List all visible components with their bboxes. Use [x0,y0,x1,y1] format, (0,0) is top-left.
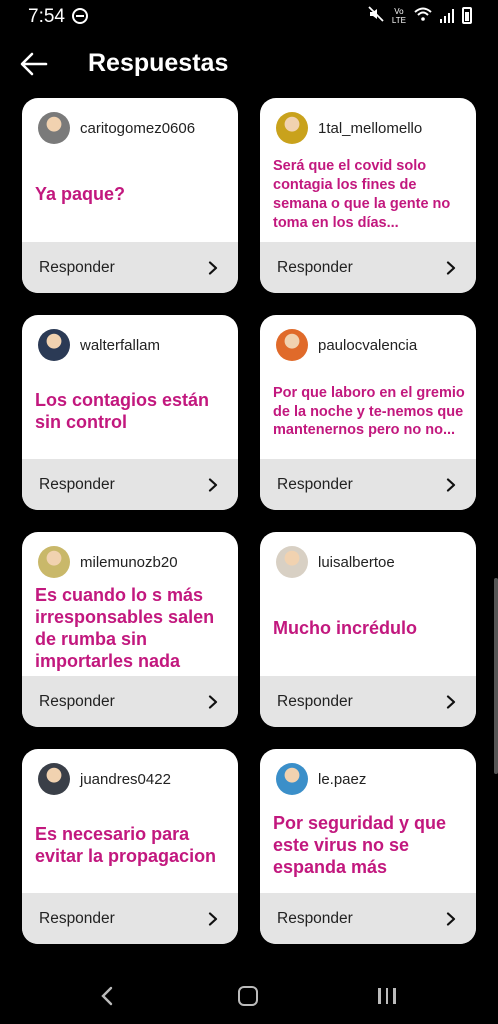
username: milemunozb20 [80,553,178,571]
username: 1tal_mellomello [318,119,423,137]
status-icons: Vo LTE [368,6,472,25]
page-title: Respuestas [88,49,229,77]
card-header: 1tal_mellomello [276,112,422,144]
reply-label: Responder [277,258,353,276]
card-header: paulocvalencia [276,329,417,361]
back-button[interactable] [18,48,50,80]
nav-back-icon[interactable] [100,986,114,1011]
username: juandres0422 [80,770,171,788]
question-label: Por seguridad y que este virus no se esp… [273,813,447,877]
reply-button[interactable]: Responder [260,459,476,510]
arrow-left-icon [20,52,48,76]
response-card[interactable]: 1tal_mellomello Será que el covid solo co… [260,98,476,293]
question-text: Es necesario para evitar la propagacion [35,801,228,891]
username: luisalbertoe [318,553,395,571]
username: walterfallam [80,336,161,354]
response-card[interactable]: caritogomez0606 Ya paque? Responder [22,98,238,293]
reply-button[interactable]: Responder [260,676,476,727]
question-label: Es cuando lo s más irresponsables salen … [35,585,215,671]
username: le.paez [318,770,367,788]
response-card[interactable]: paulocvalencia Por que laboro en el gremi… [260,315,476,510]
avatar [38,112,70,144]
card-header: juandres0422 [38,763,171,795]
scrollbar[interactable] [494,578,498,774]
card-header: milemunozb20 [38,546,178,578]
chevron-right-icon [208,260,218,275]
avatar [38,763,70,795]
card-header: luisalbertoe [276,546,395,578]
header: Respuestas [0,36,498,92]
chevron-right-icon [446,911,456,926]
question-label: Los contagios están sin control [35,390,210,432]
reply-label: Responder [39,692,115,710]
reply-label: Responder [277,909,353,927]
reply-button[interactable]: Responder [260,893,476,944]
reply-label: Responder [277,692,353,710]
question-label: Será que el covid solo contagia los fine… [273,158,451,231]
chevron-right-icon [446,260,456,275]
reply-button[interactable]: Responder [22,893,238,944]
avatar [276,329,308,361]
volte-icon: Vo LTE [391,6,406,25]
card-header: walterfallam [38,329,160,361]
response-card[interactable]: walterfallam Los contagios están sin cont… [22,315,238,510]
question-text: Ya paque? [35,150,228,240]
question-label: Mucho incrédulo [273,618,417,639]
question-text: Será que el covid solo contagia los fine… [273,150,466,240]
system-nav-bar [0,958,498,1024]
username: caritogomez0606 [80,119,196,137]
wifi-icon [414,7,432,24]
reply-button[interactable]: Responder [260,242,476,293]
question-label: Por que laboro en el gremio de la noche … [273,384,465,439]
avatar [38,546,70,578]
avatar [38,329,70,361]
nav-recent-apps-icon[interactable] [378,988,396,1004]
status-bar: 7:54 Vo LTE [0,0,498,34]
do-not-disturb-icon [72,8,88,24]
username: paulocvalencia [318,336,418,354]
question-text: Los contagios están sin control [35,367,228,457]
reply-label: Responder [39,258,115,276]
reply-label: Responder [39,909,115,927]
chevron-right-icon [208,694,218,709]
avatar [276,112,308,144]
avatar [276,546,308,578]
reply-button[interactable]: Responder [22,459,238,510]
card-header: le.paez [276,763,366,795]
question-label: Es necesario para evitar la propagacion [35,824,217,866]
nav-home-icon[interactable] [238,986,258,1006]
reply-button[interactable]: Responder [22,242,238,293]
chevron-right-icon [446,477,456,492]
chevron-right-icon [208,477,218,492]
reply-label: Responder [277,475,353,493]
status-time: 7:54 [28,6,65,27]
response-card[interactable]: luisalbertoe Mucho incrédulo Responder [260,532,476,727]
mute-icon [368,6,384,25]
chevron-right-icon [208,911,218,926]
question-text: Mucho incrédulo [273,584,466,674]
card-header: caritogomez0606 [38,112,195,144]
battery-icon [462,7,472,24]
signal-icon [440,8,454,23]
response-card[interactable]: le.paez Por seguridad y que este virus no… [260,749,476,944]
question-label: Ya paque? [35,184,126,205]
question-text: Por seguridad y que este virus no se esp… [273,801,466,891]
reply-label: Responder [39,475,115,493]
response-card[interactable]: juandres0422 Es necesario para evitar la … [22,749,238,944]
question-text: Por que laboro en el gremio de la noche … [273,367,466,457]
question-text: Es cuando lo s más irresponsables salen … [35,584,228,674]
avatar [276,763,308,795]
chevron-right-icon [446,694,456,709]
response-card[interactable]: milemunozb20 Es cuando lo s más irrespons… [22,532,238,727]
reply-button[interactable]: Responder [22,676,238,727]
